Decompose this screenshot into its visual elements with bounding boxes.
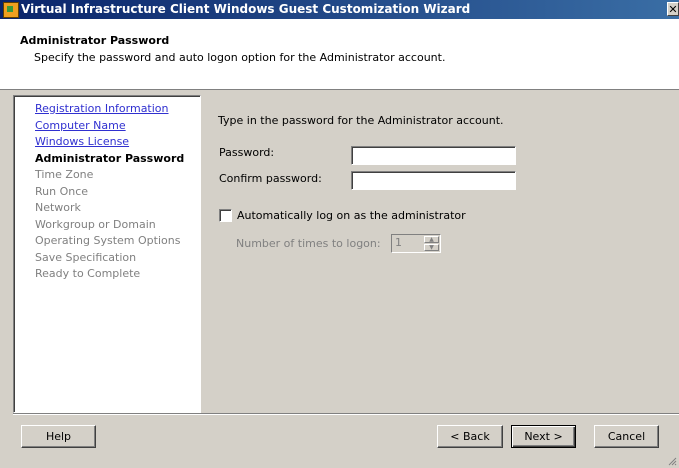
cancel-button[interactable]: Cancel (594, 425, 659, 448)
step-network: Network (35, 201, 81, 214)
logon-count-stepper: 1 ▲ ▼ (391, 234, 441, 253)
step-administrator-password: Administrator Password (35, 151, 185, 165)
autologon-checkbox[interactable] (219, 209, 232, 222)
step-operating-system-options: Operating System Options (35, 234, 181, 247)
wizard-steps-panel: Registration Information Computer Name W… (13, 95, 201, 413)
instruction-text: Type in the password for the Administrat… (218, 114, 504, 127)
stepper-up-icon: ▲ (424, 236, 439, 243)
wizard-header: Administrator Password Specify the passw… (0, 19, 679, 90)
password-label: Password: (219, 146, 275, 159)
step-windows-license[interactable]: Windows License (35, 134, 184, 151)
app-icon (3, 2, 19, 18)
page-title: Administrator Password (20, 34, 170, 47)
stepper-down-icon: ▼ (424, 244, 439, 251)
help-button[interactable]: Help (21, 425, 96, 448)
title-bar[interactable]: Virtual Infrastructure Client Windows Gu… (0, 0, 679, 19)
confirm-password-field[interactable] (351, 171, 516, 190)
next-button[interactable]: Next > (511, 425, 576, 448)
wizard-window: Virtual Infrastructure Client Windows Gu… (0, 0, 679, 468)
step-ready-to-complete: Ready to Complete (35, 267, 141, 280)
logon-count-value: 1 (395, 236, 402, 249)
password-field[interactable] (351, 146, 516, 165)
back-button[interactable]: < Back (437, 425, 503, 448)
step-computer-name[interactable]: Computer Name (35, 118, 184, 135)
step-time-zone: Time Zone (35, 168, 94, 181)
page-subtitle: Specify the password and auto logon opti… (34, 51, 446, 64)
logon-count-label: Number of times to logon: (236, 237, 381, 250)
footer-divider (13, 413, 679, 415)
wizard-steps-list: Registration Information Computer Name W… (35, 101, 184, 283)
stepper-arrows: ▲ ▼ (424, 236, 439, 251)
close-button[interactable]: ✕ (667, 2, 679, 16)
step-workgroup-or-domain: Workgroup or Domain (35, 217, 156, 231)
step-registration-information[interactable]: Registration Information (35, 101, 184, 118)
window-title: Virtual Infrastructure Client Windows Gu… (21, 2, 471, 16)
step-save-specification: Save Specification (35, 250, 137, 264)
confirm-password-label: Confirm password: (219, 172, 322, 185)
step-run-once: Run Once (35, 184, 89, 198)
autologon-label[interactable]: Automatically log on as the administrato… (237, 209, 466, 222)
resize-grip-icon[interactable] (667, 456, 677, 466)
